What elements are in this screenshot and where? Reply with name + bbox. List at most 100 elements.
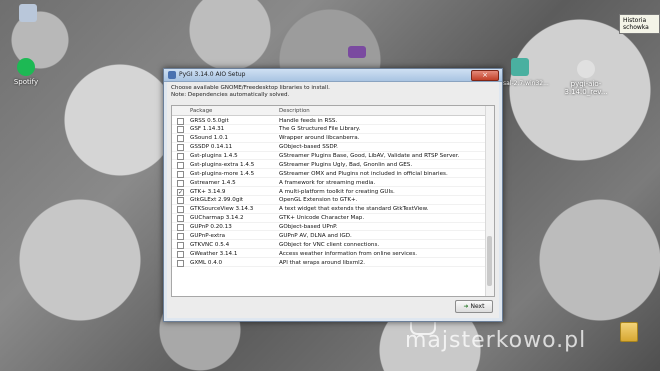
package-checkbox[interactable]: [177, 250, 184, 258]
package-description: Handle feeds in RSS.: [279, 117, 338, 124]
desktop-icon-monitor[interactable]: [6, 4, 50, 24]
desktop-icon-label: Spotify: [13, 78, 39, 86]
package-description: GObject-based UPnP.: [279, 224, 338, 231]
package-description: GUPnP AV, DLNA and IGD.: [279, 232, 352, 239]
package-description: GStreamer OMX and Plugins not included i…: [279, 170, 448, 177]
package-row[interactable]: ✓ GTK+ 3.14.9 A multi-platform toolkit for…: [172, 187, 486, 196]
package-name: GTK+ 3.14.9: [190, 188, 226, 195]
arrow-right-icon: ➜: [463, 303, 469, 310]
package-description: The G Structured File Library.: [279, 126, 361, 133]
window-icon: [511, 58, 529, 76]
package-description: OpenGL Extension to GTK+.: [279, 197, 358, 204]
archive-icon: [348, 46, 366, 58]
package-checkbox[interactable]: [177, 206, 184, 214]
desktop-icon-partial-label: sal-2.7.win32...: [503, 80, 549, 87]
list-header: Package Description: [172, 106, 486, 116]
package-description: GObject-based SSDP.: [279, 144, 338, 151]
package-description: API that wraps around libxml2.: [279, 259, 366, 266]
package-checkbox[interactable]: [177, 135, 184, 143]
package-description: Wrapper around libcanberra.: [279, 135, 360, 142]
instruction-text: Choose available GNOME/Freedesktop libra…: [171, 85, 330, 98]
package-row[interactable]: Gstreamer 1.4.5 A framework for streaming…: [172, 178, 486, 187]
setup-window: PyGI 3.14.0 AIO Setup × Choose available…: [163, 68, 503, 322]
package-name: Gstreamer 1.4.5: [190, 179, 236, 186]
next-button[interactable]: ➜ Next: [455, 300, 493, 313]
monitor-icon: [19, 4, 37, 22]
gnome-installer-icon: [577, 60, 595, 78]
next-label: Next: [470, 303, 485, 310]
scrollbar[interactable]: [485, 106, 494, 296]
scrollbar-thumb[interactable]: [487, 236, 492, 286]
package-checkbox[interactable]: [177, 144, 184, 152]
package-row[interactable]: GUPnP 0.20.13 GObject-based UPnP.: [172, 223, 486, 232]
package-description: GTK+ Unicode Character Map.: [279, 215, 365, 222]
column-header-description[interactable]: Description: [279, 108, 310, 114]
package-description: A multi-platform toolkit for creating GU…: [279, 188, 395, 195]
watermark: majsterkowo.pl: [405, 328, 587, 353]
package-name: GXML 0.4.0: [190, 259, 223, 266]
package-checkbox[interactable]: [177, 170, 184, 178]
package-name: GSF 1.14.31: [190, 126, 225, 133]
package-checkbox[interactable]: [177, 259, 184, 267]
clipboard-history-tooltip: Historia schowka: [619, 14, 660, 34]
desktop-icon-spotify[interactable]: Spotify: [4, 58, 48, 86]
package-checkbox[interactable]: [177, 215, 184, 223]
desktop: Spotify sal-2.7.win32... pygi-aio-3.14.0…: [0, 0, 660, 371]
package-row[interactable]: GtkGLExt 2.99.0git OpenGL Extension to GT…: [172, 196, 486, 205]
package-name: GtkGLExt 2.99.0git: [190, 197, 244, 204]
package-list[interactable]: Package Description GRSS 0.5.0git Handle …: [171, 105, 495, 297]
package-checkbox[interactable]: [177, 232, 184, 240]
package-row[interactable]: GUPnP-extra GUPnP AV, DLNA and IGD.: [172, 231, 486, 241]
package-description: GObject for VNC client connections.: [279, 241, 380, 248]
package-row[interactable]: GSSDP 0.14.11 GObject-based SSDP.: [172, 143, 486, 152]
package-name: Gst-plugins-more 1.4.5: [190, 170, 255, 177]
package-checkbox[interactable]: [177, 179, 184, 187]
package-row[interactable]: Gst-plugins-more 1.4.5 GStreamer OMX and …: [172, 169, 486, 179]
window-title: PyGI 3.14.0 AIO Setup: [179, 71, 246, 78]
package-name: GSound 1.0.1: [190, 135, 228, 142]
package-row[interactable]: Gst-plugins-extra 1.4.5 GStreamer Plugins…: [172, 160, 486, 170]
package-checkbox[interactable]: [177, 117, 184, 125]
column-header-package[interactable]: Package: [190, 108, 212, 114]
package-description: GStreamer Plugins Base, Good, LibAV, Val…: [279, 153, 460, 160]
package-name: GUPnP 0.20.13: [190, 224, 232, 231]
package-row[interactable]: GSound 1.0.1 Wrapper around libcanberra.: [172, 134, 486, 143]
package-name: GUCharmap 3.14.2: [190, 215, 244, 222]
package-name: GRSS 0.5.0git: [190, 117, 229, 124]
package-checkbox[interactable]: [177, 224, 184, 231]
folder-icon[interactable]: [620, 322, 638, 342]
package-checkbox[interactable]: [177, 161, 184, 169]
package-checkbox[interactable]: [177, 153, 184, 160]
package-row[interactable]: Gst-plugins 1.4.5 GStreamer Plugins Base,…: [172, 152, 486, 161]
package-row[interactable]: GWeather 3.14.1 Access weather informatio…: [172, 249, 486, 258]
spotify-icon: [17, 58, 35, 76]
desktop-icon-window[interactable]: [498, 58, 542, 78]
package-description: A text widget that extends the standard …: [279, 206, 429, 213]
package-row[interactable]: GRSS 0.5.0git Handle feeds in RSS.: [172, 116, 486, 125]
desktop-icon-archive[interactable]: [335, 46, 379, 60]
desktop-icon-label: pygi-aio-3.14.0_rev...: [564, 80, 608, 96]
package-name: GTKSourceView 3.14.3: [190, 206, 254, 213]
app-icon: [168, 71, 176, 79]
package-row[interactable]: GXML 0.4.0 API that wraps around libxml2.: [172, 258, 486, 267]
package-checkbox[interactable]: [177, 197, 184, 205]
package-rows: GRSS 0.5.0git Handle feeds in RSS. GSF 1.1…: [172, 116, 486, 267]
window-content: Choose available GNOME/Freedesktop libra…: [167, 82, 499, 318]
package-name: Gst-plugins 1.4.5: [190, 153, 238, 160]
package-description: A framework for streaming media.: [279, 179, 376, 186]
package-name: GUPnP-extra: [190, 232, 226, 239]
package-name: GSSDP 0.14.11: [190, 144, 233, 151]
package-checkbox[interactable]: [177, 241, 184, 249]
package-name: GTKVNC 0.5.4: [190, 241, 230, 248]
close-button[interactable]: ×: [471, 70, 499, 81]
package-checkbox[interactable]: [177, 126, 184, 134]
package-description: Access weather information from online s…: [279, 250, 418, 257]
package-name: GWeather 3.14.1: [190, 250, 238, 257]
desktop-icon-installer[interactable]: pygi-aio-3.14.0_rev...: [556, 60, 616, 96]
package-row[interactable]: GSF 1.14.31 The G Structured File Library…: [172, 125, 486, 134]
package-row[interactable]: GTKSourceView 3.14.3 A text widget that e…: [172, 205, 486, 214]
package-checkbox-checked[interactable]: ✓: [177, 188, 184, 196]
title-bar[interactable]: PyGI 3.14.0 AIO Setup ×: [164, 69, 502, 82]
package-row[interactable]: GUCharmap 3.14.2 GTK+ Unicode Character M…: [172, 214, 486, 223]
package-row[interactable]: GTKVNC 0.5.4 GObject for VNC client conne…: [172, 240, 486, 250]
